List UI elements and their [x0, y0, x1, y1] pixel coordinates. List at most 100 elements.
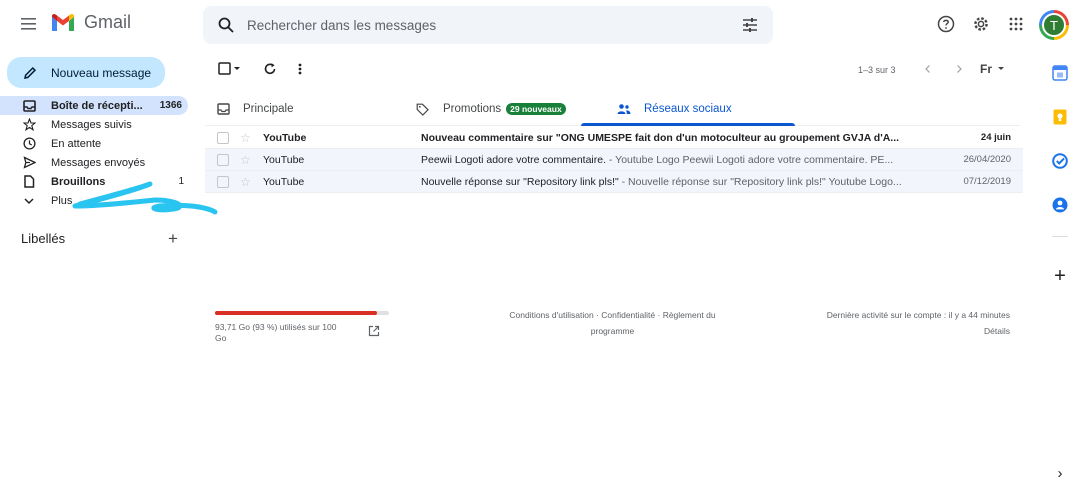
help-icon[interactable] [936, 14, 956, 34]
inbox-icon [22, 99, 36, 113]
apps-grid-icon[interactable] [1006, 14, 1026, 34]
search-bar [203, 6, 773, 44]
avatar-letter: T [1042, 13, 1066, 37]
tab-label: Réseaux sociaux [644, 103, 732, 115]
logo-text: Gmail [84, 12, 132, 32]
tag-icon [416, 103, 429, 116]
terms-link[interactable]: Conditions d'utilisation [509, 310, 593, 320]
star-icon[interactable]: ☆ [240, 175, 251, 189]
input-tools-button[interactable]: Fr [980, 62, 1005, 76]
select-checkbox[interactable] [218, 62, 242, 76]
labels-title: Libellés [21, 231, 66, 246]
refresh-icon[interactable] [263, 62, 277, 76]
email-date: 24 juin [980, 132, 1011, 143]
email-list: ☆ YouTube Nouveau commentaire sur "ONG U… [205, 127, 1023, 193]
chevron-down-icon [22, 194, 36, 208]
sidebar-item-starred[interactable]: Messages suivis [0, 115, 190, 134]
caret-down-icon [998, 67, 1004, 70]
last-activity-text: Dernière activité sur le compte : il y a… [826, 310, 1010, 320]
email-content: Nouveau commentaire sur "ONG UMESPE fait… [421, 132, 939, 144]
sidebar-item-inbox[interactable]: Boîte de récepti... 1366 [0, 96, 188, 115]
gmail-logo[interactable]: Gmail [50, 12, 131, 33]
tab-promotions[interactable]: Promotions 29 nouveaux [416, 92, 566, 126]
expand-panel-button[interactable]: › [1050, 463, 1070, 483]
search-options-icon[interactable] [741, 16, 759, 34]
account-activity: Dernière activité sur le compte : il y a… [760, 307, 1010, 339]
pencil-icon [24, 66, 37, 79]
email-sender: YouTube [263, 153, 305, 166]
email-subject: Nouveau commentaire sur "ONG UMESPE fait… [421, 131, 900, 144]
details-link[interactable]: Détails [760, 323, 1010, 339]
gmail-logo-icon [52, 13, 74, 31]
calendar-icon[interactable] [1050, 63, 1070, 83]
row-checkbox[interactable] [217, 153, 229, 166]
side-panel: + › [1040, 56, 1080, 493]
search-icon[interactable] [217, 16, 235, 34]
gmail-page: Gmail Rechercher dans les messages T Nou… [0, 0, 1080, 493]
email-date: 07/12/2019 [963, 176, 1011, 187]
header: Gmail Rechercher dans les messages T [0, 0, 1080, 50]
scribble-annotation [72, 181, 218, 215]
menu-icon[interactable] [19, 14, 39, 34]
avatar[interactable]: T [1039, 10, 1069, 40]
sidebar-item-sent[interactable]: Messages envoyés [0, 153, 190, 172]
email-content: Nouvelle réponse sur "Repository link pl… [421, 176, 939, 188]
sidebar-item-count: 1366 [159, 100, 182, 111]
email-date: 26/04/2020 [963, 154, 1011, 165]
tab-principale[interactable]: Principale [217, 92, 294, 126]
gear-icon[interactable] [971, 14, 991, 34]
email-snippet: - Youtube Logo Peewii Logoti adore votre… [606, 153, 894, 166]
add-addon-button[interactable]: + [1050, 265, 1070, 287]
tab-label: Promotions [443, 103, 502, 115]
open-in-new-icon[interactable] [368, 325, 380, 337]
clock-icon [22, 137, 36, 151]
mail-toolbar: 1–3 sur 3 Fr [205, 58, 1020, 84]
storage-bar [215, 311, 389, 315]
email-subject: Nouvelle réponse sur "Repository link pl… [421, 175, 619, 188]
pager-text: 1–3 sur 3 [858, 65, 896, 75]
email-snippet: - Nouvelle réponse sur "Repository link … [618, 175, 902, 188]
people-icon [617, 104, 631, 114]
compose-button[interactable]: Nouveau message [7, 57, 165, 88]
star-icon[interactable]: ☆ [240, 131, 251, 145]
email-content: Peewii Logoti adore votre commentaire. -… [421, 154, 939, 166]
storage-bar-fill [215, 311, 377, 315]
compose-label: Nouveau message [51, 65, 152, 80]
input-tools-label: Fr [980, 62, 992, 76]
more-vert-icon[interactable] [297, 62, 303, 76]
star-icon[interactable]: ☆ [240, 153, 251, 167]
email-row[interactable]: ☆ YouTube Nouveau commentaire sur "ONG U… [205, 127, 1023, 149]
tab-label: Principale [243, 103, 294, 115]
chevron-left-icon[interactable] [923, 64, 933, 74]
storage-text: 93,71 Go (93 %) utilisés sur 100 Go [215, 322, 337, 343]
sidebar-item-label: Messages envoyés [51, 156, 146, 169]
active-tab-indicator [581, 123, 795, 126]
chevron-right-icon[interactable] [954, 64, 964, 74]
email-sender: YouTube [263, 131, 307, 144]
new-count-badge: 29 nouveaux [506, 103, 566, 115]
tasks-icon[interactable] [1050, 151, 1070, 171]
email-row[interactable]: ☆ YouTube Peewii Logoti adore votre comm… [205, 149, 1023, 171]
inbox-icon [217, 103, 230, 115]
contacts-icon[interactable] [1050, 195, 1070, 215]
sidebar-item-label: Messages suivis [51, 118, 132, 131]
sidebar-item-label: Boîte de récepti... [51, 99, 143, 112]
file-icon [22, 175, 36, 189]
search-input[interactable] [247, 6, 727, 44]
star-icon [22, 118, 36, 132]
row-checkbox[interactable] [217, 175, 229, 188]
sidebar-item-snoozed[interactable]: En attente [0, 134, 190, 153]
row-checkbox[interactable] [217, 131, 229, 144]
add-label-button[interactable]: + [168, 230, 178, 247]
tab-reseaux-sociaux[interactable]: Réseaux sociaux [617, 92, 732, 126]
category-tabs: Principale Promotions 29 nouveaux Réseau… [205, 92, 1020, 126]
keep-icon[interactable] [1050, 107, 1070, 127]
email-sender: YouTube [263, 175, 305, 188]
email-subject: Peewii Logoti adore votre commentaire. [421, 153, 607, 166]
send-icon [22, 156, 36, 170]
email-row[interactable]: ☆ YouTube Nouvelle réponse sur "Reposito… [205, 171, 1023, 193]
side-panel-divider [1052, 236, 1068, 237]
sidebar-item-label: En attente [51, 137, 102, 150]
footer-links: Conditions d'utilisation · Confidentiali… [509, 310, 716, 336]
privacy-link[interactable]: Confidentialité [601, 310, 655, 320]
